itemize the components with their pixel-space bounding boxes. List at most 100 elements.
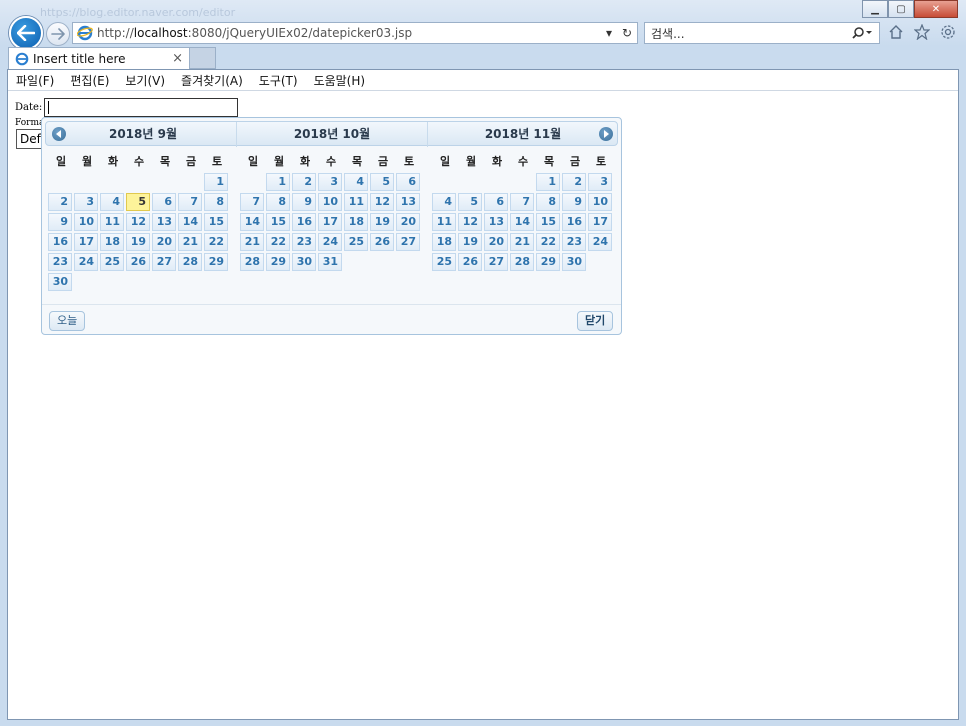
day-cell[interactable]: 29 bbox=[266, 253, 290, 271]
day-cell[interactable]: 25 bbox=[432, 253, 456, 271]
day-cell[interactable]: 27 bbox=[484, 253, 508, 271]
menu-favorites[interactable]: 즐겨찾기(A) bbox=[181, 72, 243, 89]
day-cell[interactable]: 8 bbox=[266, 193, 290, 211]
tab-close-icon[interactable]: × bbox=[172, 51, 183, 66]
day-cell[interactable]: 26 bbox=[370, 233, 394, 251]
day-cell[interactable]: 14 bbox=[178, 213, 202, 231]
day-cell[interactable]: 15 bbox=[204, 213, 228, 231]
day-cell[interactable]: 28 bbox=[510, 253, 534, 271]
day-cell[interactable]: 28 bbox=[178, 253, 202, 271]
day-cell[interactable]: 9 bbox=[562, 193, 586, 211]
menu-file[interactable]: 파일(F) bbox=[16, 72, 54, 89]
address-url[interactable]: http://localhost:8080/jQueryUIEx02/datep… bbox=[97, 26, 601, 40]
day-cell[interactable]: 19 bbox=[370, 213, 394, 231]
search-icon[interactable] bbox=[845, 26, 879, 40]
day-cell[interactable]: 16 bbox=[562, 213, 586, 231]
day-cell[interactable]: 25 bbox=[344, 233, 368, 251]
day-cell[interactable]: 5 bbox=[370, 173, 394, 191]
today-button[interactable]: 오늘 bbox=[49, 311, 86, 331]
day-cell[interactable]: 29 bbox=[204, 253, 228, 271]
day-cell[interactable]: 21 bbox=[178, 233, 202, 251]
favorites-star-icon[interactable] bbox=[912, 22, 932, 42]
menu-view[interactable]: 보기(V) bbox=[125, 72, 165, 89]
settings-gear-icon[interactable] bbox=[938, 22, 958, 42]
day-cell[interactable]: 14 bbox=[510, 213, 534, 231]
day-cell[interactable]: 11 bbox=[100, 213, 124, 231]
day-cell[interactable]: 15 bbox=[266, 213, 290, 231]
day-cell[interactable]: 6 bbox=[152, 193, 176, 211]
day-cell[interactable]: 1 bbox=[204, 173, 228, 191]
day-cell[interactable]: 17 bbox=[588, 213, 612, 231]
day-cell[interactable]: 22 bbox=[204, 233, 228, 251]
day-cell[interactable]: 12 bbox=[370, 193, 394, 211]
day-cell[interactable]: 25 bbox=[100, 253, 124, 271]
day-cell[interactable]: 10 bbox=[588, 193, 612, 211]
day-cell[interactable]: 24 bbox=[318, 233, 342, 251]
day-cell[interactable]: 20 bbox=[396, 213, 420, 231]
day-cell[interactable]: 3 bbox=[74, 193, 98, 211]
day-cell-today[interactable]: 5 bbox=[126, 193, 150, 211]
day-cell[interactable]: 2 bbox=[562, 173, 586, 191]
day-cell[interactable]: 8 bbox=[204, 193, 228, 211]
day-cell[interactable]: 18 bbox=[432, 233, 456, 251]
day-cell[interactable]: 24 bbox=[588, 233, 612, 251]
day-cell[interactable]: 5 bbox=[458, 193, 482, 211]
day-cell[interactable]: 4 bbox=[100, 193, 124, 211]
address-bar[interactable]: http://localhost:8080/jQueryUIEx02/datep… bbox=[72, 22, 638, 44]
day-cell[interactable]: 21 bbox=[240, 233, 264, 251]
home-icon[interactable] bbox=[886, 22, 906, 42]
day-cell[interactable]: 13 bbox=[484, 213, 508, 231]
day-cell[interactable]: 7 bbox=[510, 193, 534, 211]
day-cell[interactable]: 18 bbox=[100, 233, 124, 251]
day-cell[interactable]: 30 bbox=[48, 273, 72, 291]
day-cell[interactable]: 1 bbox=[536, 173, 560, 191]
day-cell[interactable]: 22 bbox=[536, 233, 560, 251]
refresh-icon[interactable]: ↻ bbox=[622, 26, 632, 40]
dropdown-arrow-icon[interactable]: ▾ bbox=[606, 26, 612, 40]
day-cell[interactable]: 20 bbox=[152, 233, 176, 251]
day-cell[interactable]: 13 bbox=[396, 193, 420, 211]
day-cell[interactable]: 3 bbox=[588, 173, 612, 191]
day-cell[interactable]: 28 bbox=[240, 253, 264, 271]
day-cell[interactable]: 20 bbox=[484, 233, 508, 251]
day-cell[interactable]: 10 bbox=[74, 213, 98, 231]
close-window-icon[interactable]: ✕ bbox=[914, 0, 958, 18]
forward-button[interactable] bbox=[46, 22, 70, 46]
day-cell[interactable]: 12 bbox=[458, 213, 482, 231]
day-cell[interactable]: 7 bbox=[178, 193, 202, 211]
day-cell[interactable]: 4 bbox=[432, 193, 456, 211]
day-cell[interactable]: 30 bbox=[292, 253, 316, 271]
menu-edit[interactable]: 편집(E) bbox=[70, 72, 109, 89]
minimize-icon[interactable]: ▁ bbox=[862, 0, 888, 18]
day-cell[interactable]: 21 bbox=[510, 233, 534, 251]
day-cell[interactable]: 12 bbox=[126, 213, 150, 231]
day-cell[interactable]: 27 bbox=[152, 253, 176, 271]
close-button[interactable]: 닫기 bbox=[577, 311, 614, 331]
date-input[interactable] bbox=[44, 98, 239, 117]
day-cell[interactable]: 31 bbox=[318, 253, 342, 271]
back-button[interactable] bbox=[9, 16, 43, 50]
day-cell[interactable]: 26 bbox=[126, 253, 150, 271]
search-input[interactable]: 검색... bbox=[644, 22, 880, 44]
day-cell[interactable]: 17 bbox=[318, 213, 342, 231]
day-cell[interactable]: 9 bbox=[292, 193, 316, 211]
day-cell[interactable]: 15 bbox=[536, 213, 560, 231]
day-cell[interactable]: 29 bbox=[536, 253, 560, 271]
day-cell[interactable]: 9 bbox=[48, 213, 72, 231]
day-cell[interactable]: 26 bbox=[458, 253, 482, 271]
new-tab-button[interactable] bbox=[190, 47, 216, 69]
day-cell[interactable]: 7 bbox=[240, 193, 264, 211]
day-cell[interactable]: 2 bbox=[48, 193, 72, 211]
menu-help[interactable]: 도움말(H) bbox=[314, 72, 366, 89]
day-cell[interactable]: 8 bbox=[536, 193, 560, 211]
day-cell[interactable]: 17 bbox=[74, 233, 98, 251]
day-cell[interactable]: 11 bbox=[432, 213, 456, 231]
day-cell[interactable]: 2 bbox=[292, 173, 316, 191]
day-cell[interactable]: 16 bbox=[292, 213, 316, 231]
browser-tab[interactable]: Insert title here × bbox=[8, 47, 190, 69]
day-cell[interactable]: 30 bbox=[562, 253, 586, 271]
day-cell[interactable]: 23 bbox=[48, 253, 72, 271]
day-cell[interactable]: 18 bbox=[344, 213, 368, 231]
next-month-button[interactable] bbox=[599, 127, 613, 141]
day-cell[interactable]: 16 bbox=[48, 233, 72, 251]
